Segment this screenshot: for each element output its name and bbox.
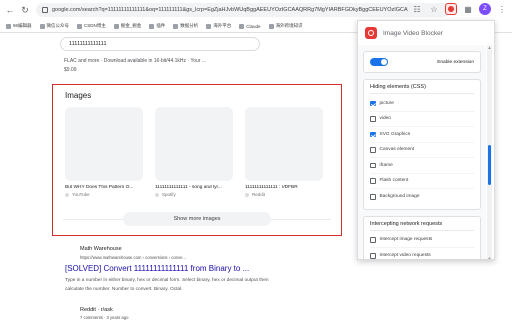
scroll-up-icon[interactable]: ▲ [487,45,492,50]
result-meta: 7 comments · 3 years ago [80,315,129,320]
option-intercept-image-requests[interactable]: Intercept image requests [370,233,474,248]
option-flash-content[interactable]: Flash content [370,174,474,189]
source-favicon-icon [65,192,69,197]
network-requests-card: Intercepting network requests Intercept … [363,215,481,259]
checkbox[interactable] [370,237,376,243]
option-video[interactable]: video [370,112,474,127]
address-url: google.com/search?q=11111111111111&oq=11… [52,7,408,13]
source-favicon-icon [155,192,159,197]
hiding-elements-card: Hiding elements (CSS) picture video SVG … [363,79,481,210]
show-more-images-button[interactable]: Show more images [123,212,271,226]
hiding-elements-title: Hiding elements (CSS) [370,84,474,94]
result-url[interactable]: https://www.mathwarehouse.com › conversi… [80,255,186,260]
enable-toggle[interactable] [370,58,388,66]
reload-icon[interactable]: ↻ [19,4,31,16]
image-video-blocker-extension-icon[interactable] [445,3,457,15]
block-logo-icon [365,27,377,39]
bookmark-favicon-icon [149,23,155,29]
toolbar-actions: ☷ ☆ ▦ Z ⋮ [411,3,508,15]
profile-avatar[interactable]: Z [479,3,491,15]
enable-card: Enable extension [363,51,481,73]
bookmark-item[interactable]: 海外平台 [206,23,231,29]
bookmark-favicon-icon [6,23,11,29]
image-card[interactable]: 11111111111111 - song and lyr... Spotify [155,107,235,199]
images-section: Images But WHY Does This Pattern O... Yo… [52,84,342,236]
bookmark-favicon-icon [239,23,245,29]
bookmark-favicon-icon [173,23,179,29]
image-source: Reddit [245,192,325,197]
back-arrow-icon[interactable]: ← [4,4,16,16]
result-description: calculate the number. Number to convert.… [65,287,183,292]
image-title[interactable]: But WHY Does This Pattern O... [65,185,145,190]
bookmark-favicon-icon [206,23,212,29]
translate-icon[interactable]: ☷ [411,3,423,15]
checkbox[interactable] [370,162,376,168]
checkbox[interactable] [370,178,376,184]
bookmark-item[interactable]: CSDN博主 [77,23,106,29]
popup-header: Image Video Blocker [358,21,494,45]
popup-scrollbar[interactable]: ▲ ▼ [487,45,492,259]
bookmark-item[interactable]: 插件 [149,23,165,29]
bookmark-favicon-icon [77,23,83,29]
image-title[interactable]: 11111111111111 : r/DFBR [245,185,325,190]
address-bar[interactable]: google.com/search?q=11111111111111&oq=11… [36,3,450,17]
bookmark-star-icon[interactable]: ☆ [428,3,440,15]
option-picture[interactable]: picture [370,96,474,112]
image-source: YouTube [65,192,145,197]
extension-popup: Image Video Blocker Enable extension Hid… [357,20,495,260]
checkbox[interactable] [370,194,376,200]
bookmark-item[interactable]: 数据分析 [173,23,198,29]
checkbox[interactable] [370,147,376,153]
enable-label: Enable extension [437,59,474,65]
network-requests-title: Intercepting network requests [370,221,474,231]
result-site-name[interactable]: Reddit · r/ask [80,307,113,313]
checkbox[interactable] [370,253,376,259]
option-canvas-element[interactable]: Canvas element [370,143,474,158]
option-svg-graphics[interactable]: SVG Graphics [370,127,474,143]
scroll-down-icon[interactable]: ▼ [487,256,492,259]
image-card[interactable]: But WHY Does This Pattern O... YouTube [65,107,145,199]
popup-body: Enable extension Hiding elements (CSS) p… [358,45,486,259]
option-intercept-video-requests[interactable]: Intercept video requests [370,248,474,259]
images-heading: Images [65,91,92,100]
image-source: Spotify [155,192,235,197]
option-background-image[interactable]: Background image [370,189,474,205]
popup-title: Image Video Blocker [383,29,443,37]
bookmark-favicon-icon [268,23,274,29]
option-iframe[interactable]: iframe [370,158,474,174]
image-thumbnail[interactable] [245,107,323,181]
result-site-name[interactable]: Math Warehouse [80,246,122,252]
result-price: $9.09 [64,67,77,73]
bookmark-favicon-icon [39,23,45,29]
result-description: Type in a number in either binary, hex o… [65,278,269,283]
checkbox[interactable] [370,131,376,137]
bookmark-item[interactable]: 96编辑器 [6,23,32,29]
browser-toolbar: ← ↻ google.com/search?q=11111111111111&o… [0,0,512,20]
image-thumbnail[interactable] [155,107,233,181]
bookmark-item[interactable]: 微信公众号 [39,23,69,29]
bookmark-favicon-icon [113,23,119,29]
bookmark-item[interactable]: 海外跨境知识 [268,23,303,29]
bookmark-item[interactable]: 掘金_掘金 [113,23,141,29]
result-title-link[interactable]: [SOLVED] Convert 11111111111111 from Bin… [65,264,249,273]
result-snippet: FLAC and more · Download available in 16… [64,58,207,64]
site-info-icon[interactable] [42,7,48,13]
scroll-thumb[interactable] [488,145,491,185]
search-input[interactable]: 11111111111111 [60,37,260,51]
bookmark-item[interactable]: Claude [239,23,261,29]
checkbox[interactable] [370,116,376,122]
extensions-puzzle-icon[interactable]: ▦ [462,3,474,15]
image-card[interactable]: 11111111111111 : r/DFBR Reddit [245,107,325,199]
checkbox[interactable] [370,100,376,106]
image-title[interactable]: 11111111111111 - song and lyr... [155,185,235,190]
source-favicon-icon [245,192,249,197]
image-thumbnail[interactable] [65,107,143,181]
menu-kebab-icon[interactable]: ⋮ [496,3,508,15]
